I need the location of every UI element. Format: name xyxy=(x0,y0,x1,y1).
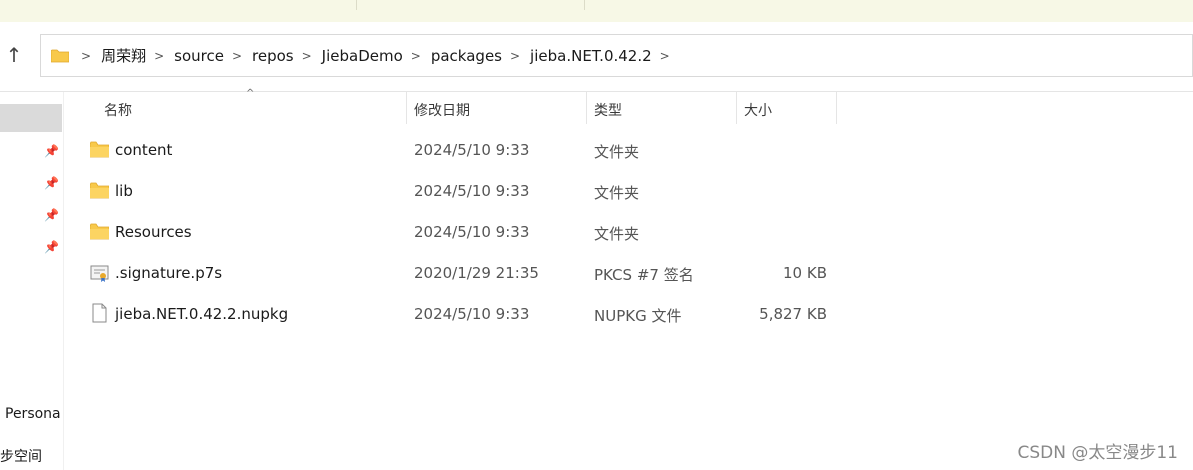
column-divider[interactable] xyxy=(586,92,587,124)
address-bar[interactable]: > 周荣翔 > source > repos > JiebaDemo > pac… xyxy=(40,34,1193,77)
file-row[interactable]: .signature.p7s 2020/1/29 21:35 PKCS #7 签… xyxy=(80,256,840,290)
ribbon-divider xyxy=(356,0,357,10)
folder-icon xyxy=(90,141,109,158)
ribbon-strip xyxy=(0,0,1193,22)
file-size: 10 KB xyxy=(783,264,827,282)
breadcrumb-item[interactable]: packages xyxy=(431,47,502,65)
file-row[interactable]: jieba.NET.0.42.2.nupkg 2024/5/10 9:33 NU… xyxy=(80,297,840,331)
file-date: 2024/5/10 9:33 xyxy=(414,141,530,159)
file-name: jieba.NET.0.42.2.nupkg xyxy=(115,305,289,323)
file-size: 5,827 KB xyxy=(759,305,827,323)
column-divider[interactable] xyxy=(406,92,407,124)
file-icon xyxy=(92,303,107,323)
breadcrumb-item[interactable]: source xyxy=(174,47,224,65)
file-name: content xyxy=(115,141,173,159)
pin-icon[interactable]: 📌 xyxy=(44,176,59,190)
column-header-name[interactable]: 名称 xyxy=(104,96,132,124)
file-date: 2020/1/29 21:35 xyxy=(414,264,539,282)
file-date: 2024/5/10 9:33 xyxy=(414,223,530,241)
file-row[interactable]: content 2024/5/10 9:33 文件夹 xyxy=(80,133,840,167)
file-row[interactable]: Resources 2024/5/10 9:33 文件夹 xyxy=(80,215,840,249)
column-header-size[interactable]: 大小 xyxy=(744,96,772,124)
pin-icon[interactable]: 📌 xyxy=(44,240,59,254)
up-arrow-icon[interactable]: ↑ xyxy=(0,40,28,70)
column-header-type[interactable]: 类型 xyxy=(594,96,622,124)
file-name: .signature.p7s xyxy=(115,264,223,282)
file-date: 2024/5/10 9:33 xyxy=(414,182,530,200)
file-row[interactable]: lib 2024/5/10 9:33 文件夹 xyxy=(80,174,840,208)
chevron-right-icon[interactable]: > xyxy=(232,49,242,63)
folder-icon xyxy=(90,182,109,199)
breadcrumb-item[interactable]: 周荣翔 xyxy=(101,45,146,66)
sort-ascending-icon: ^ xyxy=(246,88,255,99)
column-divider[interactable] xyxy=(836,92,837,124)
nav-item-personal[interactable]: Persona xyxy=(5,406,61,422)
ribbon-divider xyxy=(584,0,585,10)
navigation-pane: 📌 📌 📌 📌 Persona 步空间 xyxy=(0,92,64,470)
chevron-right-icon[interactable]: > xyxy=(411,49,421,63)
chevron-right-icon[interactable]: > xyxy=(660,49,670,63)
chevron-right-icon[interactable]: > xyxy=(302,49,312,63)
folder-icon xyxy=(90,223,109,240)
column-header-date[interactable]: 修改日期 xyxy=(414,96,470,124)
nav-selected-item[interactable] xyxy=(0,104,62,132)
chevron-right-icon[interactable]: > xyxy=(510,49,520,63)
file-name: lib xyxy=(115,182,133,200)
breadcrumb-item[interactable]: jieba.NET.0.42.2 xyxy=(530,47,652,65)
file-type: 文件夹 xyxy=(594,143,640,161)
breadcrumb-item[interactable]: repos xyxy=(252,47,294,65)
file-type: PKCS #7 签名 xyxy=(594,266,694,284)
breadcrumb-item[interactable]: JiebaDemo xyxy=(322,47,403,65)
pin-icon[interactable]: 📌 xyxy=(44,208,59,222)
watermark: CSDN @太空漫步11 xyxy=(1017,443,1178,463)
file-type: 文件夹 xyxy=(594,225,640,243)
file-name: Resources xyxy=(115,223,192,241)
nav-item-sync[interactable]: 步空间 xyxy=(0,446,42,466)
file-date: 2024/5/10 9:33 xyxy=(414,305,530,323)
file-type: NUPKG 文件 xyxy=(594,307,682,325)
file-type: 文件夹 xyxy=(594,184,640,202)
certificate-icon xyxy=(90,265,109,282)
chevron-right-icon[interactable]: > xyxy=(81,49,91,63)
folder-icon xyxy=(51,49,69,62)
toolbar-divider xyxy=(0,91,1193,92)
column-divider[interactable] xyxy=(736,92,737,124)
pin-icon[interactable]: 📌 xyxy=(44,144,59,158)
chevron-right-icon[interactable]: > xyxy=(154,49,164,63)
